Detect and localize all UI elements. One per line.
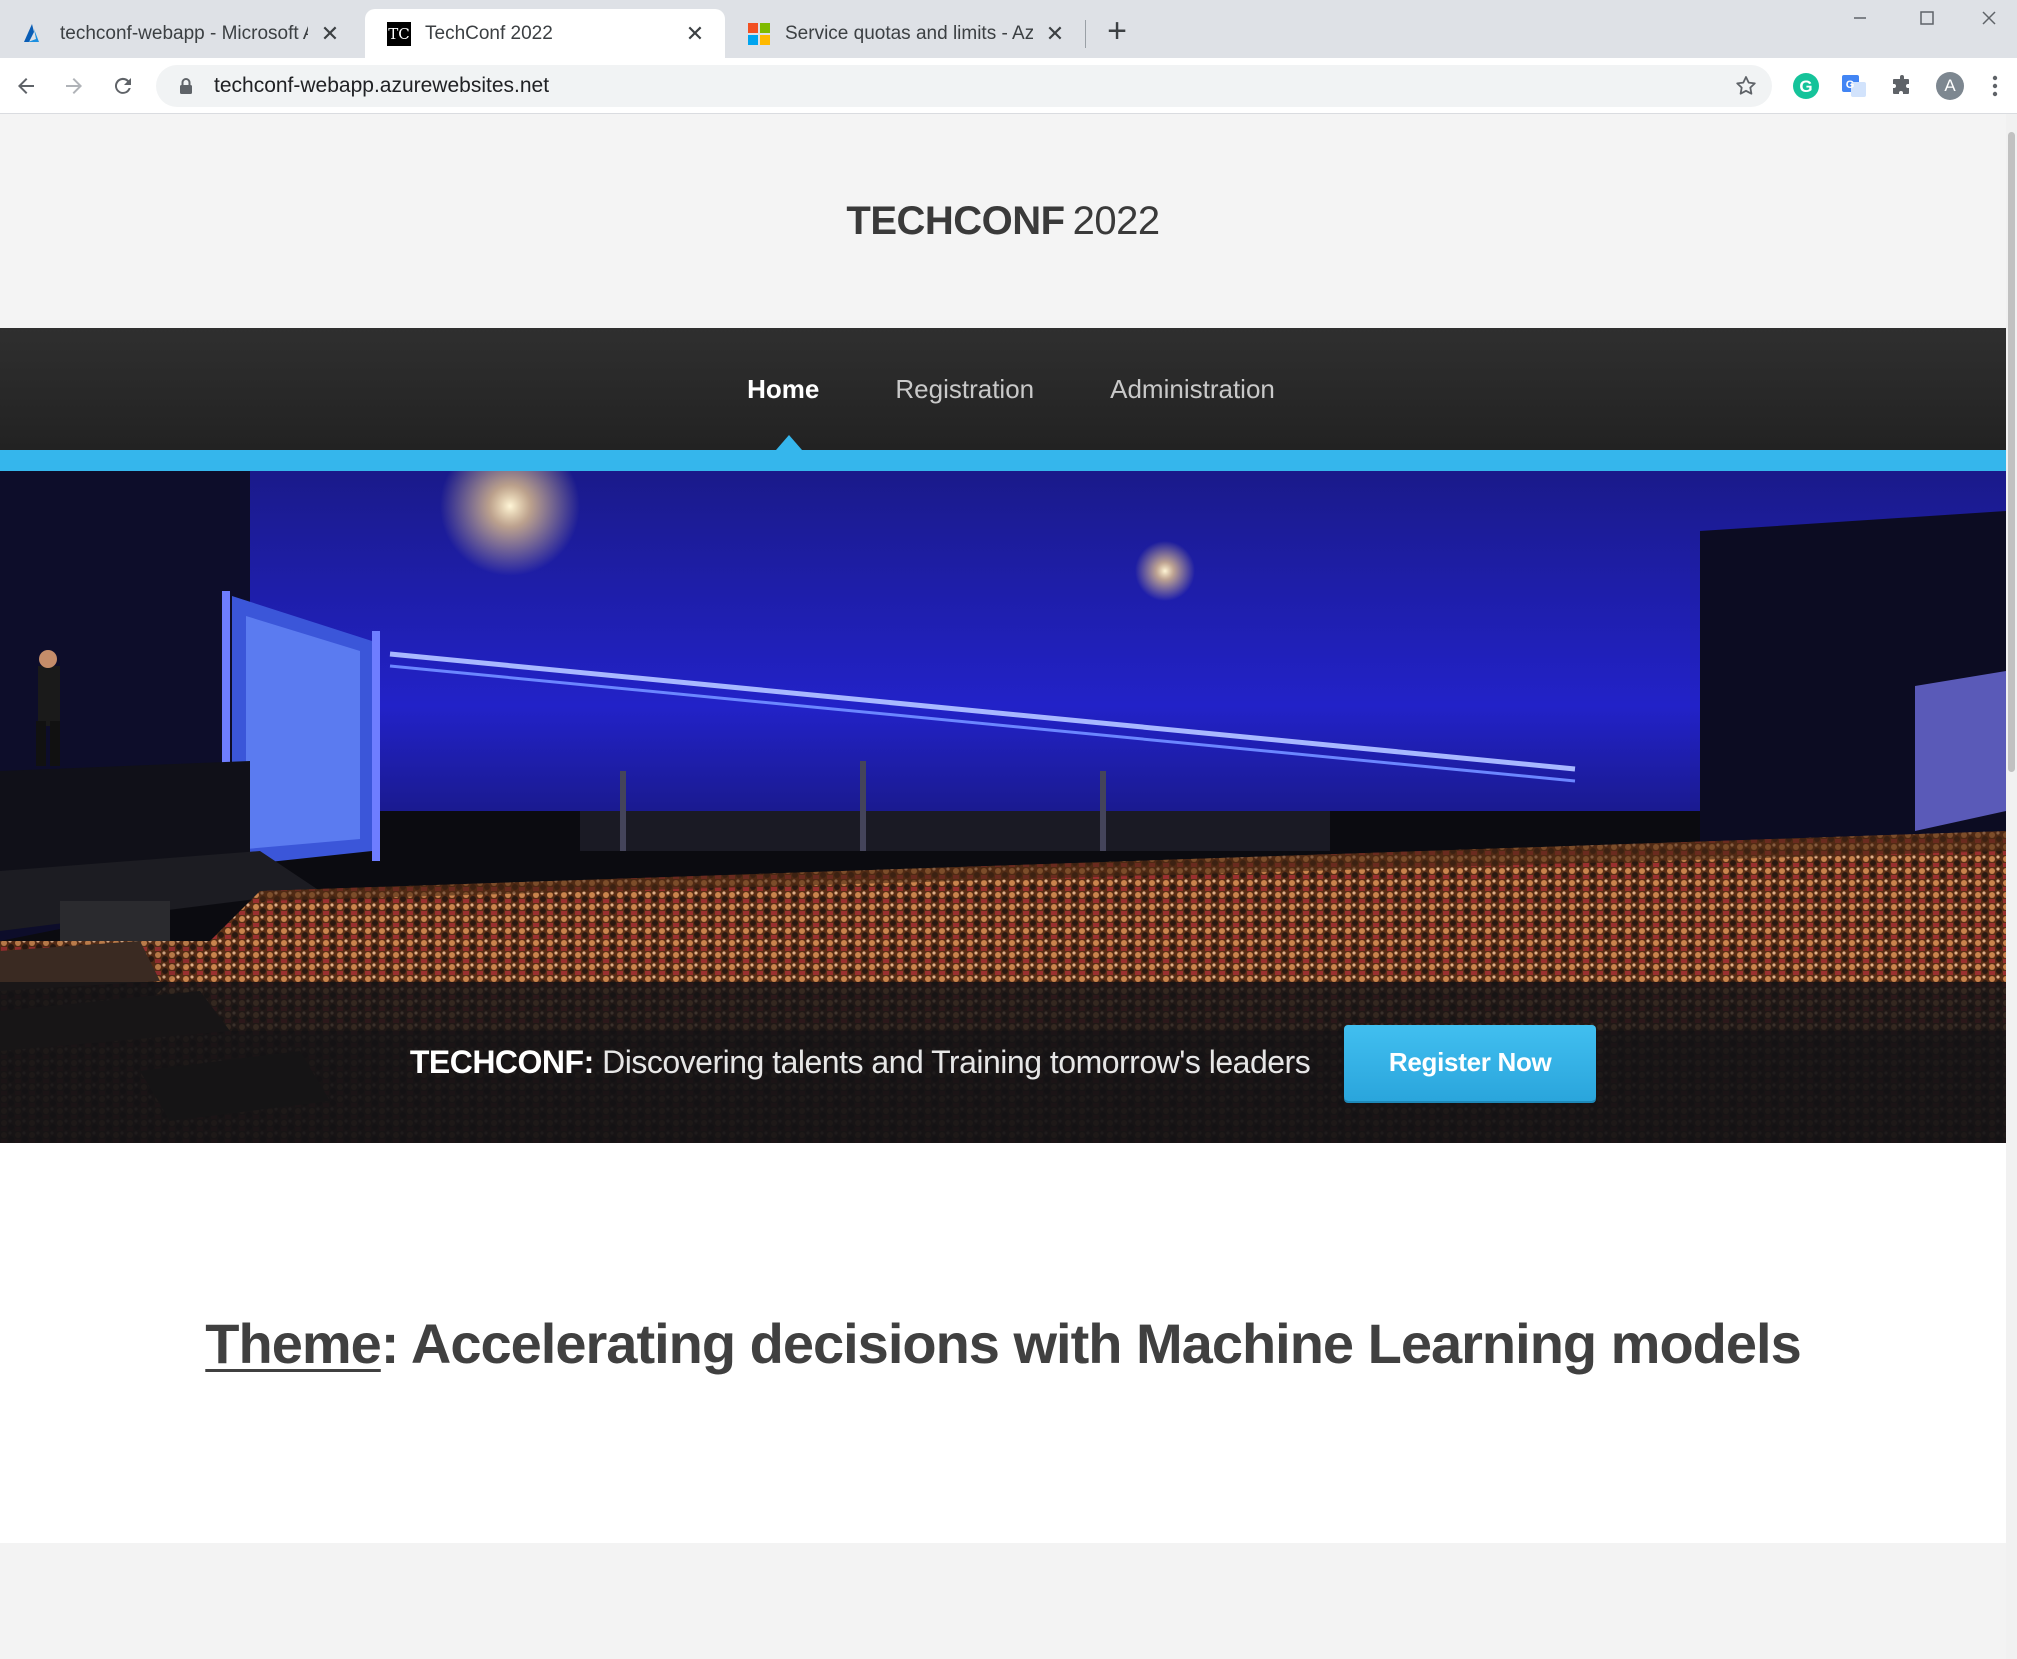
- nav-link-registration[interactable]: Registration: [895, 374, 1034, 405]
- address-bar[interactable]: techconf-webapp.azurewebsites.net: [156, 65, 1772, 107]
- tab-techconf[interactable]: TC TechConf 2022 ✕: [365, 9, 725, 58]
- site-logo[interactable]: TECHCONF 2022: [846, 198, 1160, 244]
- forward-arrow-icon: [66, 78, 82, 94]
- tab-separator: [1085, 20, 1086, 48]
- microsoft-icon: [747, 22, 771, 46]
- back-button[interactable]: [6, 66, 46, 106]
- browser-tab-strip: techconf-webapp - Microsoft Azure ✕ TC T…: [0, 0, 2017, 58]
- theme-label: Theme: [205, 1311, 381, 1375]
- maximize-window-button[interactable]: [1899, 0, 1955, 36]
- theme-text: Accelerating decisions with Machine Lear…: [410, 1311, 1802, 1375]
- close-tab-icon[interactable]: ✕: [318, 21, 342, 46]
- profile-initial: A: [1944, 76, 1956, 95]
- close-window-button[interactable]: [1961, 0, 2017, 36]
- accent-bar: [0, 450, 2006, 471]
- hero-tagline: TECHCONF: Discovering talents and Traini…: [409, 1044, 1311, 1081]
- close-tab-icon[interactable]: ✕: [683, 21, 707, 46]
- tagline-lead: TECHCONF:: [409, 1044, 594, 1080]
- tab-service-quotas[interactable]: Service quotas and limits - Azure ✕: [725, 9, 1085, 58]
- tab-title: Service quotas and limits - Azure: [785, 22, 1033, 44]
- back-arrow-icon: [18, 78, 34, 94]
- svg-text:G: G: [1799, 77, 1812, 96]
- theme-section: Theme: Accelerating decisions with Machi…: [0, 1143, 2006, 1543]
- brand-year: 2022: [1072, 198, 1160, 243]
- forward-button[interactable]: [54, 66, 94, 106]
- azure-icon: [22, 22, 46, 46]
- profile-avatar[interactable]: A: [1934, 70, 1966, 102]
- tab-title: techconf-webapp - Microsoft Azure: [60, 22, 308, 44]
- theme-heading: Theme: Accelerating decisions with Machi…: [205, 1311, 1802, 1376]
- minimize-window-button[interactable]: [1832, 0, 1888, 36]
- translate-extension-icon[interactable]: G: [1838, 70, 1870, 102]
- url-text: techconf-webapp.azurewebsites.net: [214, 74, 550, 97]
- tagline-text: Discovering talents and Training tomorro…: [602, 1044, 1311, 1080]
- bookmark-star-icon[interactable]: [1734, 74, 1758, 98]
- next-section: [0, 1543, 2006, 1659]
- browser-toolbar: techconf-webapp.azurewebsites.net G G A: [0, 58, 2017, 114]
- main-navigation: Home Registration Administration: [0, 328, 2006, 450]
- nav-link-home[interactable]: Home: [747, 374, 819, 405]
- browser-menu-icon[interactable]: [1983, 70, 2007, 102]
- scrollbar-thumb[interactable]: [2008, 132, 2015, 772]
- reload-icon: [114, 77, 131, 94]
- new-tab-button[interactable]: +: [1100, 12, 1134, 50]
- site-header: TECHCONF 2022: [0, 114, 2006, 328]
- reload-button[interactable]: [103, 66, 143, 106]
- lock-icon: [176, 76, 196, 96]
- tab-azure-portal[interactable]: techconf-webapp - Microsoft Azure ✕: [0, 9, 360, 58]
- hero-caption-band: TECHCONF: Discovering talents and Traini…: [0, 982, 2006, 1143]
- svg-text:G: G: [1846, 79, 1855, 91]
- tc-icon-text: TC: [388, 24, 410, 43]
- theme-separator: :: [380, 1311, 400, 1375]
- active-nav-indicator: [776, 435, 802, 450]
- hero-banner: TECHCONF: Discovering talents and Traini…: [0, 471, 2006, 1143]
- tc-icon: TC: [387, 21, 411, 46]
- grammarly-extension-icon[interactable]: G: [1790, 70, 1822, 102]
- nav-link-administration[interactable]: Administration: [1110, 374, 1275, 405]
- register-now-button[interactable]: Register Now: [1344, 1024, 1597, 1101]
- extensions-puzzle-icon[interactable]: [1886, 70, 1918, 102]
- page-scrollbar[interactable]: [2006, 114, 2017, 1659]
- web-page: TECHCONF 2022 Home Registration Administr…: [0, 114, 2006, 1659]
- brand-name: TECHCONF: [846, 198, 1065, 243]
- tab-title: TechConf 2022: [425, 22, 553, 44]
- close-tab-icon[interactable]: ✕: [1043, 21, 1067, 46]
